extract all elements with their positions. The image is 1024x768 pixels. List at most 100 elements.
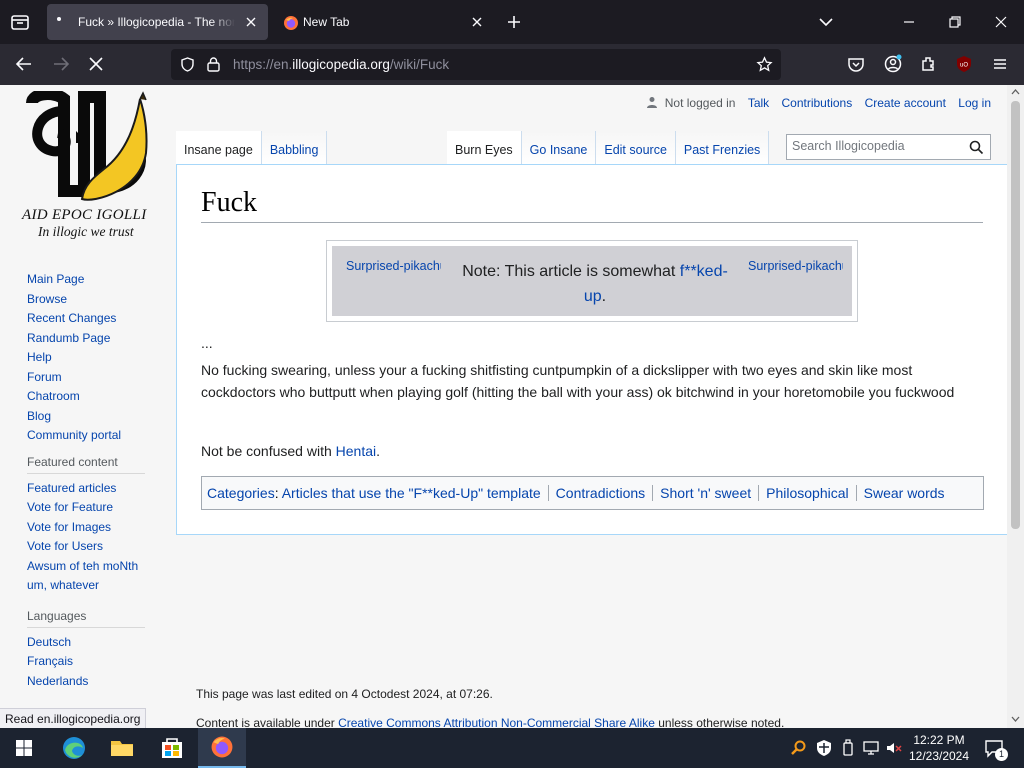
- user-icon: [647, 97, 658, 108]
- windows-start-icon[interactable]: [0, 728, 48, 768]
- sidebar-item-forum[interactable]: Forum: [27, 368, 145, 388]
- category-link[interactable]: Short 'n' sweet: [660, 485, 751, 501]
- web-page: AID EPOC IGOLLI In illogic we trust Main…: [0, 85, 1024, 728]
- view-tabs: Burn Eyes Go Insane Edit source Past Fre…: [447, 131, 770, 164]
- minimize-icon[interactable]: [897, 10, 921, 34]
- sidebar-item-lang-deutsch[interactable]: Deutsch: [27, 633, 145, 653]
- category-link[interactable]: Contradictions: [556, 485, 646, 501]
- scrollbar-thumb[interactable]: [1011, 101, 1020, 529]
- address-bar[interactable]: https://en.illogicopedia.org/wiki/Fuck: [171, 49, 781, 80]
- namespace-tabs: Insane page Babbling: [176, 131, 328, 164]
- close-window-icon[interactable]: [989, 10, 1013, 34]
- sidebar-item-chatroom[interactable]: Chatroom: [27, 387, 145, 407]
- sidebar-item-blog[interactable]: Blog: [27, 407, 145, 427]
- usb-device-tray-icon[interactable]: [839, 739, 857, 757]
- notification-count-badge: 1: [995, 748, 1008, 761]
- volume-muted-tray-icon[interactable]: [885, 739, 903, 757]
- featured-content-header: Featured content: [27, 455, 145, 474]
- category-link[interactable]: Swear words: [864, 485, 945, 501]
- sidebar-item-community-portal[interactable]: Community portal: [27, 426, 145, 446]
- sidebar-item-recent-changes[interactable]: Recent Changes: [27, 309, 145, 329]
- sidebar-item-awsum-month-cont[interactable]: um, whatever: [27, 576, 145, 596]
- category-link[interactable]: Articles that use the "F**ked-Up" templa…: [282, 485, 541, 501]
- languages-header: Languages: [27, 609, 145, 628]
- surprised-pikachu-image-right[interactable]: Surprised-pikachu: [748, 259, 843, 273]
- scroll-up-icon[interactable]: [1011, 88, 1020, 96]
- tab-title: Fuck » Illogicopedia - The nonsensical e…: [78, 15, 235, 29]
- site-logo[interactable]: AID EPOC IGOLLI In illogic we trust: [20, 91, 160, 251]
- tab-active[interactable]: Fuck » Illogicopedia - The nonsensical e…: [47, 4, 268, 40]
- category-link[interactable]: Philosophical: [766, 485, 849, 501]
- sidebar-item-help[interactable]: Help: [27, 348, 145, 368]
- footer-last-edited: This page was last edited on 4 Octodest …: [196, 687, 493, 701]
- sidebar-item-vote-feature[interactable]: Vote for Feature: [27, 498, 145, 518]
- license-link[interactable]: Creative Commons Attribution Non-Commerc…: [338, 716, 655, 728]
- sidebar-item-vote-users[interactable]: Vote for Users: [27, 537, 145, 557]
- taskbar-clock[interactable]: 12:22 PM 12/23/2024: [906, 732, 972, 764]
- fked-up-link-cont[interactable]: up: [584, 288, 602, 305]
- new-tab-plus-icon[interactable]: [503, 11, 525, 33]
- pocket-icon[interactable]: [845, 53, 867, 75]
- shield-icon[interactable]: [179, 56, 196, 73]
- defender-shield-tray-icon[interactable]: [815, 739, 833, 757]
- tab-insane-page[interactable]: Insane page: [176, 131, 262, 164]
- category-separator: [547, 485, 549, 501]
- personal-tools: Not logged in Talk Contributions Create …: [646, 96, 991, 110]
- talk-link[interactable]: Talk: [748, 96, 769, 110]
- sidebar-item-main-page[interactable]: Main Page: [27, 270, 145, 290]
- restore-icon[interactable]: [943, 10, 967, 34]
- tab-past-frenzies[interactable]: Past Frenzies: [675, 131, 770, 164]
- fked-up-link[interactable]: f**ked-: [680, 263, 728, 280]
- close-tab-icon[interactable]: [470, 15, 484, 29]
- tab-edit-source[interactable]: Edit source: [596, 131, 676, 164]
- tab-babbling[interactable]: Babbling: [261, 131, 328, 164]
- contributions-link[interactable]: Contributions: [782, 96, 853, 110]
- chevron-down-icon[interactable]: [816, 12, 836, 32]
- tab-go-insane[interactable]: Go Insane: [521, 131, 597, 164]
- log-in-link[interactable]: Log in: [958, 96, 991, 110]
- file-explorer-icon[interactable]: [98, 728, 146, 768]
- firefox-taskbar-icon[interactable]: [198, 728, 246, 768]
- forward-arrow-icon[interactable]: [50, 53, 72, 75]
- sidebar-item-lang-nederlands[interactable]: Nederlands: [27, 672, 145, 692]
- stop-loading-icon[interactable]: [85, 53, 107, 75]
- lock-icon[interactable]: [206, 56, 221, 73]
- page-scrollbar[interactable]: [1007, 85, 1024, 728]
- ublock-origin-icon[interactable]: uO: [953, 53, 975, 75]
- category-separator: [855, 485, 857, 501]
- sidebar-item-vote-images[interactable]: Vote for Images: [27, 518, 145, 538]
- svg-text:uO: uO: [960, 63, 968, 69]
- back-arrow-icon[interactable]: [13, 53, 35, 75]
- search-magnifier-tray-icon[interactable]: [790, 739, 808, 757]
- sidebar-item-awsum-month[interactable]: Awsum of teh moNth: [27, 557, 145, 577]
- sidebar-item-browse[interactable]: Browse: [27, 290, 145, 310]
- logo-motto-reversed: AID EPOC IGOLLI: [22, 207, 147, 223]
- network-tray-icon[interactable]: [862, 739, 880, 757]
- note-template-box: Surprised-pikachu Note: This article is …: [326, 240, 858, 322]
- sidebar-item-featured-articles[interactable]: Featured articles: [27, 479, 145, 499]
- hamburger-menu-icon[interactable]: [989, 53, 1011, 75]
- bookmark-star-icon[interactable]: [756, 56, 773, 73]
- microsoft-store-icon[interactable]: [148, 728, 196, 768]
- windows-taskbar: 12:22 PM 12/23/2024 1: [0, 728, 1024, 768]
- create-account-link[interactable]: Create account: [865, 96, 946, 110]
- surprised-pikachu-image-left[interactable]: Surprised-pikachu: [346, 259, 441, 273]
- sidebar-item-randumb-page[interactable]: Randumb Page: [27, 329, 145, 349]
- tab-list-icon[interactable]: [8, 10, 32, 34]
- scroll-down-icon[interactable]: [1011, 715, 1020, 723]
- tab-new-tab[interactable]: New Tab: [274, 4, 494, 40]
- categories-label-link[interactable]: Categories: [207, 485, 275, 501]
- edge-browser-icon[interactable]: [50, 728, 98, 768]
- close-tab-icon[interactable]: [244, 15, 258, 29]
- sidebar-item-lang-francais[interactable]: Français: [27, 652, 145, 672]
- search-icon[interactable]: [969, 140, 984, 155]
- title-divider: [201, 222, 983, 223]
- hentai-link[interactable]: Hentai: [336, 443, 376, 459]
- clock-time: 12:22 PM: [913, 733, 965, 747]
- tab-burn-eyes[interactable]: Burn Eyes: [447, 131, 522, 164]
- ellipsis-text: ...: [201, 335, 213, 351]
- extensions-puzzle-icon[interactable]: [918, 53, 940, 75]
- loading-dot-icon: [57, 17, 61, 21]
- search-input[interactable]: [792, 139, 962, 153]
- account-icon[interactable]: [882, 53, 904, 75]
